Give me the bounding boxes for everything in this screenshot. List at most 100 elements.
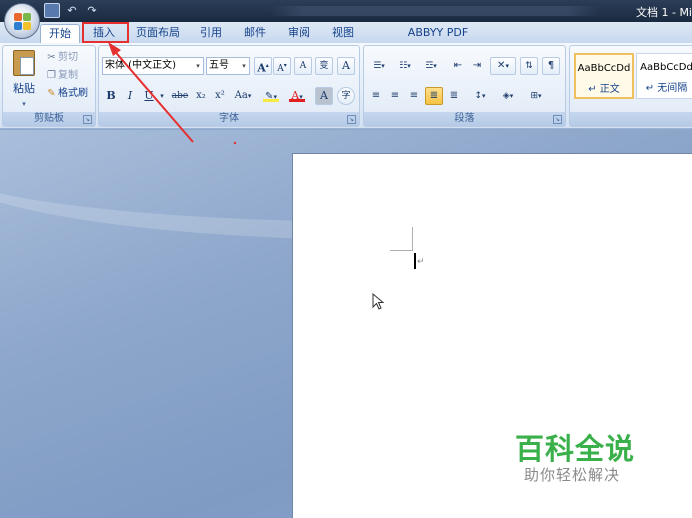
borders-button[interactable]: ⊞▾	[524, 87, 548, 105]
paste-label: 粘贴	[13, 82, 35, 95]
italic-button[interactable]: I	[121, 87, 139, 105]
clipboard-group: 粘贴 ▾ ✂ 剪切 ❐ 复制 ✎ 格式刷 剪贴板 ↘	[2, 45, 96, 127]
decrease-indent-button[interactable]: ⇤	[449, 57, 467, 75]
clipboard-group-label: 剪贴板	[3, 112, 95, 126]
justify-icon: ≣	[429, 90, 439, 101]
chevron-down-icon: ▾	[196, 62, 200, 70]
save-icon[interactable]	[44, 3, 60, 18]
shrink-font-button[interactable]: A▾	[273, 57, 291, 75]
tab-view[interactable]: 视图	[326, 24, 360, 43]
watermark-title: 百科全说	[515, 432, 636, 466]
copy-icon: ❐	[47, 70, 56, 81]
character-shading-button[interactable]: A	[315, 87, 333, 105]
subscript-button[interactable]: x₂	[192, 87, 210, 105]
tab-mailings[interactable]: 邮件	[238, 24, 272, 43]
paint-bucket-icon: ◈	[502, 91, 510, 101]
cut-button[interactable]: ✂ 剪切	[45, 49, 78, 66]
style-name: ↵ 正文	[588, 84, 620, 95]
format-painter-button[interactable]: ✎ 格式刷	[45, 85, 88, 102]
numbering-button[interactable]: ☷▾	[393, 57, 417, 75]
text-highlight-button[interactable]: ✎▾	[259, 87, 283, 105]
chevron-down-icon: ▾	[538, 92, 542, 100]
undo-icon[interactable]: ↶	[64, 3, 80, 18]
title-bar: ↶ ↷ 文档 1 - Mi	[0, 0, 692, 22]
underline-button[interactable]: U	[140, 87, 158, 105]
chevron-down-icon: ▾	[509, 92, 514, 100]
sort-button[interactable]: ⇅	[520, 57, 538, 75]
increase-indent-icon: ⇥	[472, 60, 482, 71]
tab-abbyy-pdf-transformer[interactable]: ABBYY PDF Transformer+	[370, 24, 506, 57]
show-marks-button[interactable]: ¶	[542, 57, 560, 75]
office-logo-icon	[14, 13, 32, 31]
font-size-combo[interactable]: 五号 ▾	[206, 57, 250, 75]
chevron-down-icon: ▾	[482, 92, 486, 100]
font-color-button[interactable]: A▾	[285, 87, 309, 105]
change-case-label: Aa	[234, 90, 248, 101]
font-name-value: 宋体 (中文正文)	[105, 60, 176, 71]
style-normal[interactable]: AaBbCcDd ↵ 正文	[574, 53, 634, 99]
justify-button[interactable]: ≣	[425, 87, 443, 105]
superscript-button[interactable]: x²	[211, 87, 229, 105]
chevron-down-icon: ▾	[247, 92, 252, 100]
quick-access-toolbar: ↶ ↷	[44, 3, 100, 18]
bullets-button[interactable]: ☰▾	[367, 57, 391, 75]
paste-button[interactable]: 粘贴 ▾	[9, 50, 39, 108]
office-button[interactable]	[4, 3, 40, 39]
chevron-down-icon: ▾	[22, 100, 26, 108]
dialog-launcher-icon[interactable]: ↘	[553, 115, 562, 124]
grow-font-icon: A	[257, 61, 266, 75]
dialog-launcher-icon[interactable]: ↘	[347, 115, 356, 124]
paintbrush-icon: ✎	[47, 88, 56, 99]
align-center-button[interactable]: ≡	[386, 87, 404, 105]
styles-group: AaBbCcDd ↵ 正文 AaBbCcDd ↵ 无间隔	[569, 45, 692, 127]
align-right-button[interactable]: ≡	[405, 87, 423, 105]
pilcrow-icon: ¶	[547, 60, 555, 71]
chinese-layout-button[interactable]: ✕▾	[490, 57, 516, 75]
chevron-down-icon: ▾	[433, 62, 437, 70]
mouse-pointer-icon	[372, 293, 385, 310]
chevron-down-icon: ▾	[505, 62, 509, 70]
margin-corner-mark	[390, 250, 412, 251]
distributed-button[interactable]: ≣	[445, 87, 463, 105]
margin-corner-mark	[412, 227, 413, 251]
border-grid-icon: ⊞	[530, 91, 539, 101]
grow-font-button[interactable]: A▴	[254, 57, 272, 75]
distributed-icon: ≣	[449, 90, 459, 101]
align-left-button[interactable]: ≡	[367, 87, 385, 105]
copy-button[interactable]: ❐ 复制	[45, 67, 78, 84]
text-cursor	[414, 253, 416, 269]
tab-home[interactable]: 开始	[40, 24, 80, 43]
align-center-icon: ≡	[390, 90, 400, 101]
font-name-combo[interactable]: 宋体 (中文正文) ▾	[102, 57, 204, 75]
bold-button[interactable]: B	[102, 87, 120, 105]
highlight-color-bar	[263, 99, 279, 102]
line-spacing-button[interactable]: ↕▾	[468, 87, 492, 105]
font-group-label: 字体	[99, 112, 359, 126]
clear-formatting-button[interactable]: A	[294, 57, 312, 75]
strikethrough-button[interactable]: abe	[169, 87, 191, 105]
multilevel-list-button[interactable]: ☲▾	[419, 57, 443, 75]
character-shading-icon: A	[320, 89, 328, 102]
redo-icon[interactable]: ↷	[84, 3, 100, 18]
cut-label: 剪切	[58, 52, 78, 63]
character-border-button[interactable]: A	[337, 57, 355, 75]
enclose-characters-button[interactable]: 字	[337, 87, 355, 105]
tab-references[interactable]: 引用	[194, 24, 228, 43]
chevron-down-icon: ▾	[381, 62, 385, 70]
style-sample: AaBbCcDd	[640, 62, 692, 73]
paragraph-group-label: 段落	[364, 112, 565, 126]
style-no-spacing[interactable]: AaBbCcDd ↵ 无间隔	[636, 53, 692, 99]
dialog-launcher-icon[interactable]: ↘	[83, 115, 92, 124]
sort-icon: ⇅	[525, 61, 533, 71]
tab-review[interactable]: 审阅	[282, 24, 316, 43]
chevron-down-icon[interactable]: ▾	[157, 87, 167, 105]
increase-indent-button[interactable]: ⇥	[468, 57, 486, 75]
blurred-title-area	[270, 6, 600, 16]
phonetic-guide-button[interactable]: 变	[315, 57, 333, 75]
change-case-button[interactable]: Aa▾	[231, 87, 255, 105]
tab-page-layout[interactable]: 页面布局	[132, 24, 184, 43]
shading-button[interactable]: ◈▾	[496, 87, 520, 105]
style-sample: AaBbCcDd	[577, 63, 631, 74]
line-spacing-icon: ↕	[474, 91, 483, 101]
paragraph-mark-icon: ↵	[417, 257, 425, 267]
